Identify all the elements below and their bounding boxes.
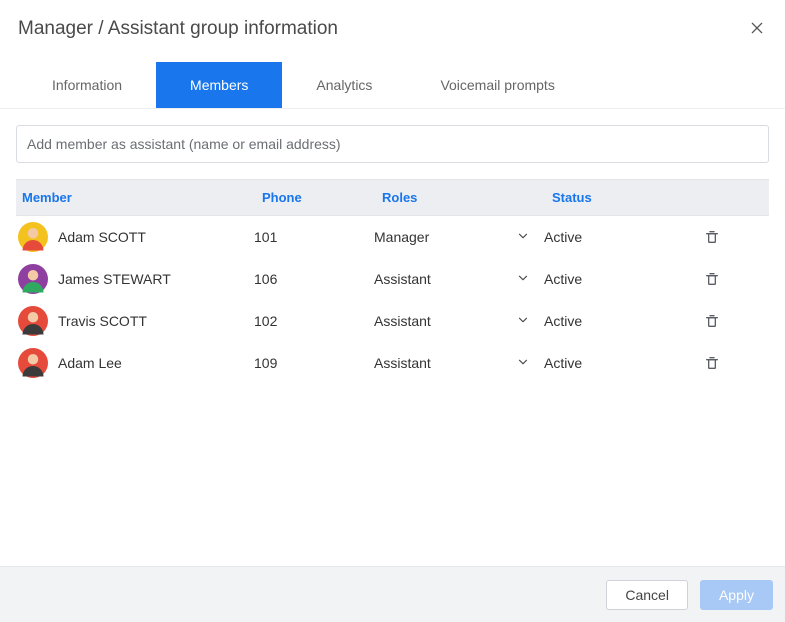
status-cell: Active	[544, 229, 704, 245]
chevron-down-icon	[516, 355, 530, 369]
tab-voicemail-prompts[interactable]: Voicemail prompts	[406, 62, 588, 108]
delete-button[interactable]	[704, 271, 744, 287]
trash-icon	[704, 229, 720, 245]
role-dropdown[interactable]	[516, 355, 530, 372]
modal-header: Manager / Assistant group information	[0, 0, 785, 44]
table-row: Travis SCOTT 102 Assistant Active	[16, 300, 769, 342]
modal-title: Manager / Assistant group information	[18, 18, 749, 40]
role-dropdown[interactable]	[516, 271, 530, 288]
member-name: Travis SCOTT	[58, 313, 147, 329]
role-dropdown[interactable]	[516, 313, 530, 330]
status-cell: Active	[544, 313, 704, 329]
modal: Manager / Assistant group information In…	[0, 0, 785, 622]
table-row: James STEWART 106 Assistant Active	[16, 258, 769, 300]
avatar	[18, 348, 48, 378]
table-header: Member Phone Roles Status	[16, 179, 769, 216]
member-cell: Travis SCOTT	[16, 306, 254, 336]
status-cell: Active	[544, 271, 704, 287]
close-button[interactable]	[749, 20, 767, 38]
col-phone[interactable]: Phone	[254, 180, 374, 215]
phone-cell: 101	[254, 229, 374, 245]
trash-icon	[704, 313, 720, 329]
close-icon	[749, 20, 765, 36]
cancel-button[interactable]: Cancel	[606, 580, 688, 610]
add-member-input[interactable]	[16, 125, 769, 163]
modal-body: Member Phone Roles Status Adam SCOTT 101…	[0, 108, 785, 566]
avatar	[18, 306, 48, 336]
modal-footer: Cancel Apply	[0, 566, 785, 622]
trash-icon	[704, 271, 720, 287]
member-cell: James STEWART	[16, 264, 254, 294]
table-body: Adam SCOTT 101 Manager Active James STEW…	[16, 216, 769, 384]
role-cell: Assistant	[374, 355, 544, 372]
role-dropdown[interactable]	[516, 229, 530, 246]
tab-analytics[interactable]: Analytics	[282, 62, 406, 108]
members-table: Member Phone Roles Status Adam SCOTT 101…	[16, 179, 769, 384]
tabs: Information Members Analytics Voicemail …	[0, 44, 785, 108]
apply-button[interactable]: Apply	[700, 580, 773, 610]
role-cell: Assistant	[374, 271, 544, 288]
col-roles[interactable]: Roles	[374, 180, 544, 215]
role-label: Assistant	[374, 271, 516, 287]
avatar	[18, 222, 48, 252]
delete-button[interactable]	[704, 313, 744, 329]
phone-cell: 109	[254, 355, 374, 371]
chevron-down-icon	[516, 229, 530, 243]
role-cell: Manager	[374, 229, 544, 246]
member-cell: Adam SCOTT	[16, 222, 254, 252]
delete-button[interactable]	[704, 355, 744, 371]
table-row: Adam SCOTT 101 Manager Active	[16, 216, 769, 258]
chevron-down-icon	[516, 313, 530, 327]
role-label: Assistant	[374, 355, 516, 371]
role-cell: Assistant	[374, 313, 544, 330]
trash-icon	[704, 355, 720, 371]
phone-cell: 102	[254, 313, 374, 329]
member-name: Adam SCOTT	[58, 229, 146, 245]
tab-information[interactable]: Information	[18, 62, 156, 108]
tab-members[interactable]: Members	[156, 62, 282, 108]
delete-button[interactable]	[704, 229, 744, 245]
phone-cell: 106	[254, 271, 374, 287]
role-label: Assistant	[374, 313, 516, 329]
member-name: Adam Lee	[58, 355, 122, 371]
member-name: James STEWART	[58, 271, 171, 287]
chevron-down-icon	[516, 271, 530, 285]
avatar	[18, 264, 48, 294]
member-cell: Adam Lee	[16, 348, 254, 378]
col-status[interactable]: Status	[544, 180, 704, 215]
status-cell: Active	[544, 355, 704, 371]
table-row: Adam Lee 109 Assistant Active	[16, 342, 769, 384]
col-member[interactable]: Member	[16, 180, 254, 215]
role-label: Manager	[374, 229, 516, 245]
